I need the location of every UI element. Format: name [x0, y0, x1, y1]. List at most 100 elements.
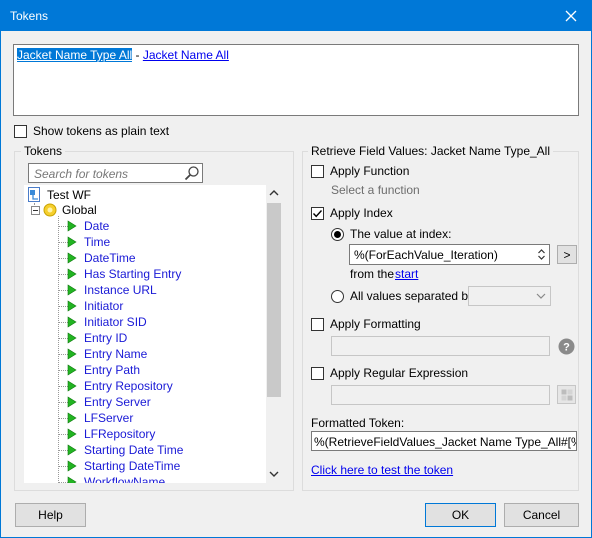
- help-button[interactable]: Help: [15, 503, 86, 527]
- tree-scrollbar[interactable]: [266, 185, 282, 483]
- apply-formatting-toggle[interactable]: Apply Formatting: [311, 317, 421, 331]
- cancel-button-label: Cancel: [522, 508, 561, 522]
- tree-item[interactable]: Starting DateTime: [67, 458, 183, 474]
- play-icon: [67, 316, 77, 328]
- tree-item[interactable]: Entry ID: [67, 330, 183, 346]
- separator-select[interactable]: [468, 286, 551, 306]
- index-value-text: %(ForEachValue_Iteration): [354, 248, 498, 262]
- search-icon[interactable]: [184, 165, 200, 181]
- tree-item-label: LFRepository: [84, 427, 156, 441]
- play-icon: [67, 300, 77, 312]
- from-label: from the: [350, 267, 395, 281]
- collapse-icon[interactable]: [31, 205, 40, 215]
- tree-item[interactable]: Initiator: [67, 298, 183, 314]
- tree-item[interactable]: DateTime: [67, 250, 183, 266]
- token-expression-box[interactable]: Jacket Name Type All - Jacket Name All: [13, 44, 579, 116]
- workflow-icon: [28, 187, 40, 202]
- tree-item[interactable]: Entry Server: [67, 394, 183, 410]
- scroll-thumb[interactable]: [267, 203, 281, 397]
- regex-builder-button[interactable]: [557, 385, 576, 404]
- tree-item-label: Has Starting Entry: [84, 267, 182, 281]
- svg-text:?: ?: [563, 342, 570, 354]
- tree-node-root[interactable]: Test WF: [27, 187, 91, 202]
- test-token-link[interactable]: Click here to test the token: [311, 463, 453, 477]
- tree-item[interactable]: Time: [67, 234, 183, 250]
- index-value-input[interactable]: %(ForEachValue_Iteration): [349, 244, 550, 265]
- from-start-link[interactable]: start: [395, 267, 418, 281]
- token-link[interactable]: Jacket Name All: [143, 48, 229, 62]
- play-icon: [67, 348, 77, 360]
- tree-item[interactable]: Entry Repository: [67, 378, 183, 394]
- ok-button-label: OK: [451, 508, 470, 522]
- formatting-input[interactable]: [331, 336, 550, 356]
- regex-input[interactable]: [331, 385, 550, 405]
- scroll-down-icon[interactable]: [269, 470, 279, 478]
- all-values-radio[interactable]: [331, 289, 344, 303]
- help-icon[interactable]: ?: [558, 338, 575, 355]
- play-icon: [67, 268, 77, 280]
- tree-item[interactable]: Entry Name: [67, 346, 183, 362]
- check-icon: [312, 209, 323, 217]
- play-icon: [67, 284, 77, 296]
- spinner-icon[interactable]: [537, 248, 546, 261]
- chevron-down-icon[interactable]: [536, 292, 546, 300]
- token-separator: -: [132, 48, 143, 62]
- cancel-button[interactable]: Cancel: [504, 503, 579, 527]
- tree-item[interactable]: Initiator SID: [67, 314, 183, 330]
- tree-item-label: Entry ID: [84, 331, 128, 345]
- token-selected-text[interactable]: Jacket Name Type All: [17, 48, 133, 62]
- tree-item-label: Instance URL: [84, 283, 157, 297]
- tree-item[interactable]: LFRepository: [67, 426, 183, 442]
- tree-item-label: Time: [84, 235, 111, 249]
- tree-item-label: Entry Path: [84, 363, 141, 377]
- apply-formatting-checkbox[interactable]: [311, 317, 324, 331]
- formatted-token-field[interactable]: %(RetrieveFieldValues_Jacket Name Type_A…: [311, 431, 577, 451]
- play-icon: [67, 380, 77, 392]
- tree-root-label: Test WF: [47, 187, 91, 202]
- tree-item[interactable]: Starting Date Time: [67, 442, 183, 458]
- tokens-dialog: Tokens Jacket Name Type All - Jacket Nam…: [0, 0, 592, 538]
- global-icon: [43, 203, 57, 217]
- play-icon: [67, 444, 77, 456]
- play-icon: [67, 252, 77, 264]
- tree-item[interactable]: Entry Path: [67, 362, 183, 378]
- play-icon: [67, 476, 77, 483]
- regex-builder-icon: [561, 389, 572, 400]
- tree-item-label: Initiator: [84, 299, 124, 313]
- scroll-up-icon[interactable]: [269, 189, 279, 197]
- tree-item[interactable]: Date: [67, 218, 183, 234]
- all-values-label: All values separated by:: [350, 289, 478, 303]
- close-button[interactable]: [551, 1, 591, 31]
- token-tree[interactable]: Test WF Global Date Time DateTime Has Start…: [24, 185, 282, 483]
- tree-global-label: Global: [62, 203, 97, 217]
- tree-item[interactable]: Has Starting Entry: [67, 266, 183, 282]
- play-icon: [67, 460, 77, 472]
- show-plain-text-checkbox[interactable]: [14, 124, 27, 138]
- tree-item-label: Date: [84, 219, 110, 233]
- ok-button[interactable]: OK: [425, 503, 496, 527]
- apply-regex-toggle[interactable]: Apply Regular Expression: [311, 366, 468, 380]
- apply-regex-checkbox[interactable]: [311, 366, 324, 380]
- apply-index-label: Apply Index: [330, 206, 393, 220]
- tree-item-label: Entry Repository: [84, 379, 173, 393]
- play-icon: [67, 428, 77, 440]
- formatted-token-value: %(RetrieveFieldValues_Jacket Name Type_A…: [314, 435, 576, 449]
- apply-formatting-label: Apply Formatting: [330, 317, 421, 331]
- all-values-option[interactable]: All values separated by:: [331, 289, 477, 303]
- search-input[interactable]: Search for tokens: [28, 163, 203, 183]
- index-arrow-label: >: [563, 247, 571, 262]
- apply-function-checkbox[interactable]: [311, 164, 324, 178]
- title-bar[interactable]: Tokens: [1, 1, 591, 31]
- value-at-index-option[interactable]: The value at index:: [331, 227, 451, 241]
- tree-node-global[interactable]: Global: [31, 203, 97, 217]
- apply-index-toggle[interactable]: Apply Index: [311, 206, 393, 220]
- apply-index-checkbox[interactable]: [311, 206, 324, 220]
- index-arrow-button[interactable]: >: [557, 245, 577, 264]
- tree-item[interactable]: LFServer: [67, 410, 183, 426]
- value-at-index-radio[interactable]: [331, 227, 344, 241]
- show-plain-text-toggle[interactable]: Show tokens as plain text: [14, 124, 169, 138]
- tree-item[interactable]: WorkflowName: [67, 474, 183, 483]
- tree-item[interactable]: Instance URL: [67, 282, 183, 298]
- help-button-label: Help: [38, 508, 63, 522]
- apply-function-toggle[interactable]: Apply Function: [311, 164, 409, 178]
